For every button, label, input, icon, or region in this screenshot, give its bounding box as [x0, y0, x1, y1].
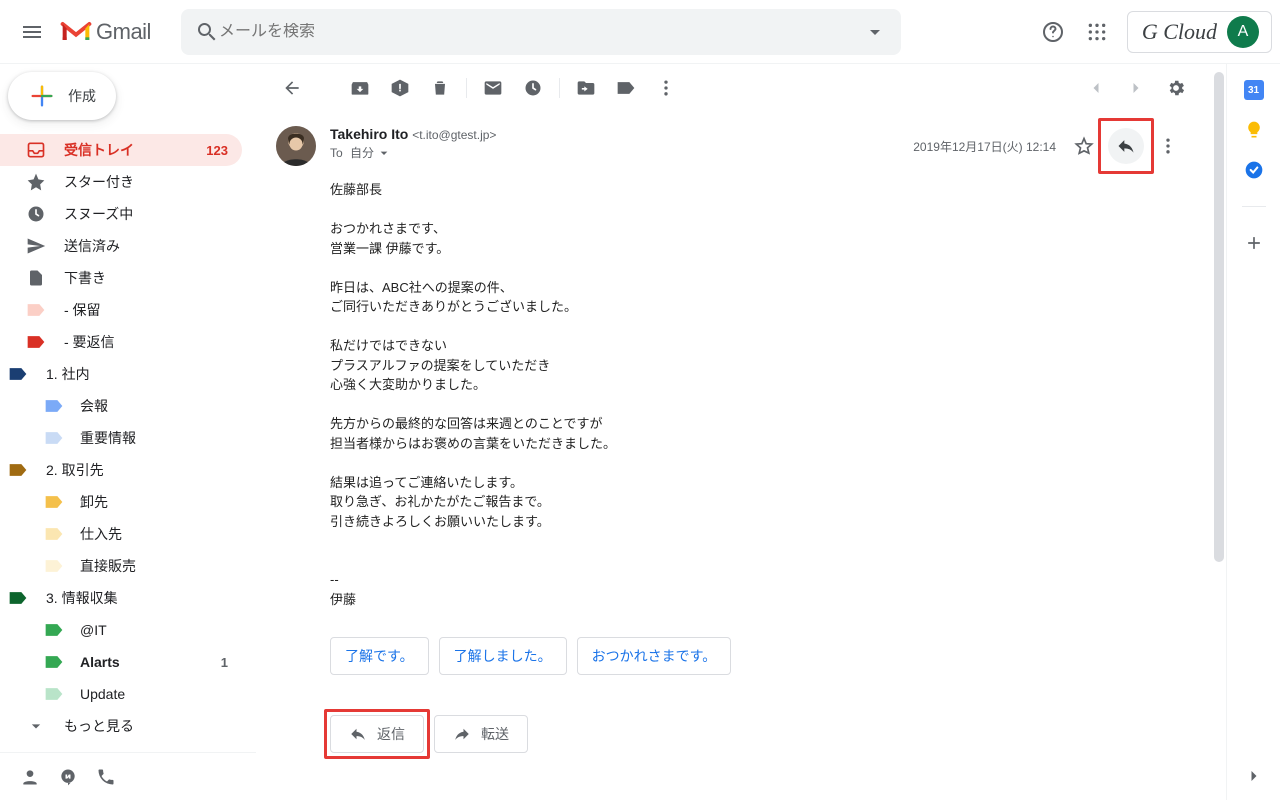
search-icon — [195, 20, 219, 44]
settings-button[interactable] — [1156, 68, 1196, 108]
label-icon — [44, 396, 64, 416]
chevron-down-icon: ▾ — [0, 462, 2, 479]
smart-reply-1[interactable]: 了解です。 — [330, 637, 429, 675]
sidebar-item-internal[interactable]: ▾ 1. 社内 — [0, 358, 242, 390]
account-switcher[interactable]: G Cloud A — [1127, 11, 1272, 53]
get-addons[interactable] — [1244, 233, 1264, 253]
spam-button[interactable] — [380, 68, 420, 108]
forward-icon — [453, 725, 471, 743]
sender-name: Takehiro Ito — [330, 126, 408, 142]
sidebar-item-important-info[interactable]: 重要情報 — [0, 422, 242, 454]
hangouts-icon[interactable] — [58, 767, 78, 787]
sidebar-item-direct[interactable]: 直接販売 — [0, 550, 242, 582]
move-to-button[interactable] — [566, 68, 606, 108]
keep-addon[interactable] — [1244, 120, 1264, 140]
labels-button[interactable] — [606, 68, 646, 108]
label-icon — [8, 364, 28, 384]
plus-icon — [28, 82, 56, 110]
sidebar-item-sent[interactable]: 送信済み — [0, 230, 242, 262]
sidebar-item-partners[interactable]: ▾ 2. 取引先 — [0, 454, 242, 486]
star-button[interactable] — [1064, 126, 1104, 166]
label-icon — [44, 524, 64, 544]
label-icon — [44, 620, 64, 640]
label-icon — [44, 684, 64, 704]
avatar: A — [1227, 16, 1259, 48]
compose-label: 作成 — [68, 86, 96, 106]
sidebar-item-supplier[interactable]: 仕入先 — [0, 518, 242, 550]
label-icon — [44, 428, 64, 448]
rail-collapse[interactable] — [1244, 766, 1264, 786]
forward-action-button[interactable]: 転送 — [434, 715, 528, 753]
delete-button[interactable] — [420, 68, 460, 108]
more-button[interactable] — [646, 68, 686, 108]
reply-action-button[interactable]: 返信 — [330, 715, 424, 753]
calendar-addon[interactable]: 31 — [1244, 80, 1264, 100]
chevron-down-icon — [26, 716, 46, 736]
sidebar-item-starred[interactable]: スター付き — [0, 166, 242, 198]
message-body: 佐藤部長 おつかれさまです、 営業一課 伊藤です。 昨日は、ABC社への提案の件… — [276, 180, 1188, 609]
sidebar-item-drafts[interactable]: 下書き — [0, 262, 242, 294]
sidebar-item-research[interactable]: ▾ 3. 情報収集 — [0, 582, 242, 614]
main-menu-button[interactable] — [8, 8, 56, 56]
gmail-icon — [60, 20, 92, 44]
message-date: 2019年12月17日(火) 12:14 — [913, 138, 1056, 155]
archive-button[interactable] — [340, 68, 380, 108]
clock-icon — [26, 204, 46, 224]
chevron-down-icon — [376, 145, 392, 161]
sidebar-item-update[interactable]: Update — [0, 678, 242, 710]
mark-unread-button[interactable] — [473, 68, 513, 108]
label-icon — [26, 300, 46, 320]
label-icon — [8, 460, 28, 480]
chevron-down-icon: ▾ — [0, 590, 2, 607]
gmail-wordmark: Gmail — [96, 19, 151, 45]
sidebar-item-wholesale[interactable]: 卸先 — [0, 486, 242, 518]
message-more-button[interactable] — [1148, 126, 1188, 166]
sender-avatar — [276, 126, 316, 166]
scrollbar-thumb[interactable] — [1214, 72, 1224, 562]
sidebar-item-hold[interactable]: - 保留 — [0, 294, 242, 326]
chevron-down-icon: ▾ — [0, 366, 2, 383]
search-options-icon[interactable] — [863, 20, 887, 44]
snooze-button[interactable] — [513, 68, 553, 108]
sidebar-item-more[interactable]: もっと見る — [0, 710, 242, 742]
contacts-icon[interactable] — [20, 767, 40, 787]
send-icon — [26, 236, 46, 256]
compose-button[interactable]: 作成 — [8, 72, 116, 120]
file-icon — [26, 268, 46, 288]
support-button[interactable] — [1033, 12, 1073, 52]
smart-reply-3[interactable]: おつかれさまです。 — [577, 637, 732, 675]
apps-grid-button[interactable] — [1077, 12, 1117, 52]
search-input[interactable] — [219, 23, 863, 41]
label-icon — [44, 652, 64, 672]
older-button[interactable] — [1076, 68, 1116, 108]
sidebar-item-newsletter[interactable]: 会報 — [0, 390, 242, 422]
sidebar-item-need-reply[interactable]: - 要返信 — [0, 326, 242, 358]
separator — [466, 78, 467, 98]
gmail-logo[interactable]: Gmail — [60, 19, 151, 45]
separator — [1242, 206, 1266, 207]
newer-button[interactable] — [1116, 68, 1156, 108]
separator — [559, 78, 560, 98]
phone-icon[interactable] — [96, 767, 116, 787]
reply-icon — [349, 725, 367, 743]
smart-reply-2[interactable]: 了解しました。 — [439, 637, 567, 675]
brand-label: G Cloud — [1142, 19, 1217, 45]
label-icon — [44, 556, 64, 576]
label-icon — [26, 332, 46, 352]
back-button[interactable] — [272, 68, 312, 108]
sidebar-item-snoozed[interactable]: スヌーズ中 — [0, 198, 242, 230]
sidebar-item-alerts[interactable]: Alarts 1 — [0, 646, 242, 678]
sidebar-item-inbox[interactable]: 受信トレイ 123 — [0, 134, 242, 166]
label-icon — [8, 588, 28, 608]
star-icon — [26, 172, 46, 192]
sidebar-item-atit[interactable]: @IT — [0, 614, 242, 646]
tasks-addon[interactable] — [1244, 160, 1264, 180]
search-bar[interactable] — [181, 9, 901, 55]
reply-button[interactable] — [1108, 128, 1144, 164]
recipient-dropdown[interactable]: To 自分 — [330, 144, 899, 161]
sender-email: <t.ito@gtest.jp> — [412, 128, 496, 142]
label-icon — [44, 492, 64, 512]
scrollbar[interactable] — [1212, 64, 1226, 800]
inbox-icon — [26, 140, 46, 160]
